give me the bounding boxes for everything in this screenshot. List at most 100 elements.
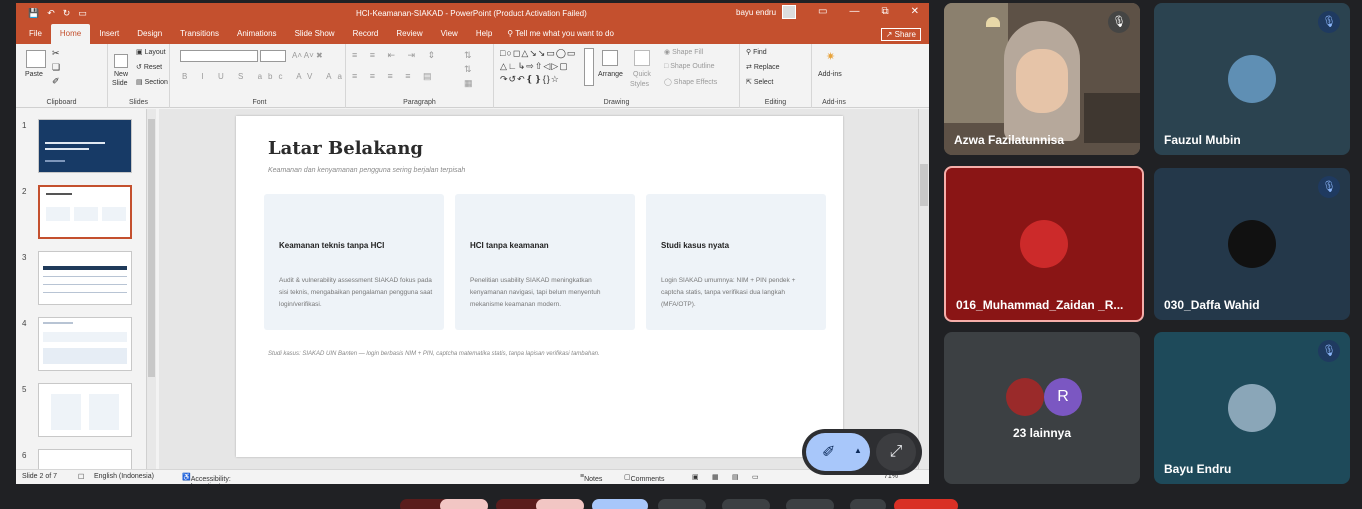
- thumbnail-row[interactable]: 5: [16, 383, 158, 441]
- annotate-button[interactable]: ✐ ▲: [806, 433, 870, 471]
- slide-thumbnail[interactable]: [38, 119, 132, 173]
- card-body: Audit & vulnerability assessment SIAKAD …: [279, 277, 433, 308]
- thumbnail-row[interactable]: 1: [16, 119, 158, 177]
- shapes-gallery-row-3[interactable]: ↷↺↶❴❵{}☆: [500, 74, 560, 85]
- reading-view-icon[interactable]: ▤: [732, 473, 739, 481]
- tab-review[interactable]: Review: [387, 29, 431, 44]
- thumbnails-scrollbar[interactable]: [146, 109, 156, 469]
- tab-home[interactable]: Home: [50, 24, 91, 44]
- scrollbar-thumb[interactable]: [920, 164, 928, 206]
- select-button[interactable]: ⇱ Select: [746, 78, 773, 86]
- smartart-icon[interactable]: ▦: [464, 78, 473, 89]
- font-size-select[interactable]: [260, 50, 286, 62]
- slide-subtitle[interactable]: Keamanan dan kenyamanan pengguna sering …: [268, 167, 465, 174]
- thumbnail-row[interactable]: 3: [16, 251, 158, 309]
- addins-icon[interactable]: ✷: [826, 50, 835, 63]
- reactions-button[interactable]: [658, 499, 706, 509]
- save-icon[interactable]: 💾: [28, 8, 39, 19]
- shapes-gallery-row-2[interactable]: △∟↳⇨⇧◁▷▢: [500, 61, 569, 72]
- cut-icon[interactable]: ✂: [52, 48, 60, 59]
- share-button[interactable]: ↗ Share: [880, 28, 921, 41]
- participant-tile[interactable]: 🎙 Bayu Endru: [1154, 332, 1350, 484]
- thumbnail-row[interactable]: 4: [16, 317, 158, 375]
- align-buttons[interactable]: ≡ ≡ ≡ ≡ ▤: [352, 71, 437, 82]
- user-avatar[interactable]: [782, 5, 796, 19]
- minimize-icon[interactable]: —: [849, 6, 859, 17]
- font-name-select[interactable]: [180, 50, 258, 62]
- layout-button[interactable]: ▣ Layout: [136, 48, 166, 56]
- tab-record[interactable]: Record: [344, 29, 388, 44]
- redo-icon[interactable]: ↻: [63, 8, 71, 19]
- slide-show-icon[interactable]: ▭: [752, 473, 759, 481]
- content-card[interactable]: Keamanan teknis tanpa HCI Audit & vulner…: [264, 194, 444, 330]
- tab-help[interactable]: Help: [467, 29, 501, 44]
- more-options-button[interactable]: [850, 499, 886, 509]
- format-painter-icon[interactable]: ✐: [52, 76, 60, 87]
- comments-button[interactable]: ▢ Comments: [624, 473, 664, 483]
- tab-design[interactable]: Design: [128, 29, 171, 44]
- quick-styles-icon[interactable]: [634, 50, 650, 66]
- accessibility-status[interactable]: ♿ Accessibility: Investigate: [182, 473, 231, 484]
- tab-transitions[interactable]: Transitions: [171, 29, 228, 44]
- caret-up-icon[interactable]: ▲: [854, 446, 862, 455]
- section-button[interactable]: ▤ Section: [136, 78, 168, 86]
- camera-caret-button[interactable]: [536, 499, 584, 509]
- font-style-buttons[interactable]: B I U S abc AV Aa: [182, 72, 348, 81]
- share-screen-button[interactable]: [592, 499, 648, 509]
- reset-button[interactable]: ↺ Reset: [136, 63, 162, 71]
- text-direction-icon[interactable]: ⇅: [464, 50, 472, 61]
- participant-tile-active[interactable]: 016_Muhammad_Zaidan _R...: [944, 166, 1144, 322]
- close-icon[interactable]: ✕: [911, 6, 919, 17]
- tell-me-search[interactable]: ⚲ Tell me what you want to do: [507, 29, 614, 44]
- participant-tile[interactable]: 🎙 Azwa Fazilatunnisa: [944, 3, 1140, 155]
- slide-thumbnail[interactable]: [38, 251, 132, 305]
- paste-icon[interactable]: [26, 50, 46, 68]
- raise-hand-button[interactable]: [786, 499, 834, 509]
- shapes-gallery-row-1[interactable]: □○◻△↘↘▭◯▭: [500, 48, 576, 59]
- thumbnail-row[interactable]: 2: [16, 185, 158, 243]
- shape-fill-button[interactable]: ◉ Shape Fill: [664, 48, 703, 56]
- tab-slide-show[interactable]: Slide Show: [286, 29, 344, 44]
- slide-canvas[interactable]: Latar Belakang Keamanan dan kenyamanan p…: [236, 116, 843, 457]
- leave-call-button[interactable]: [894, 499, 958, 509]
- slide-footnote[interactable]: Studi kasus: SIAKAD UIN Banten — login b…: [268, 351, 600, 357]
- shape-outline-button[interactable]: □ Shape Outline: [664, 63, 715, 70]
- replace-button[interactable]: ⇄ Replace: [746, 63, 780, 71]
- ribbon-display-icon[interactable]: ▭: [818, 6, 827, 17]
- list-buttons[interactable]: ≡ ≡ ⇤ ⇥ ⇕: [352, 50, 440, 61]
- expand-button[interactable]: ⤢: [876, 433, 916, 471]
- tab-file[interactable]: File: [20, 29, 51, 44]
- tab-insert[interactable]: Insert: [90, 29, 128, 44]
- arrange-icon[interactable]: [602, 50, 618, 66]
- slide-sorter-icon[interactable]: ▦: [712, 473, 719, 481]
- present-icon[interactable]: ▭: [78, 8, 87, 19]
- content-card[interactable]: Studi kasus nyata Login SIAKAD umumnya: …: [646, 194, 826, 330]
- slide-thumbnail-selected[interactable]: [38, 185, 132, 239]
- slide-thumbnail[interactable]: [38, 383, 132, 437]
- shapes-more-icon[interactable]: [584, 48, 594, 86]
- content-card[interactable]: HCI tanpa keamanan Penelitian usability …: [455, 194, 635, 330]
- new-slide-icon[interactable]: [114, 54, 128, 68]
- language-status[interactable]: English (Indonesia): [94, 473, 154, 480]
- font-size-controls[interactable]: A˄ A˅ ✖: [292, 51, 323, 60]
- copy-icon[interactable]: ❏: [52, 62, 60, 73]
- spelling-icon[interactable]: ☐: [78, 473, 84, 481]
- slide-title[interactable]: Latar Belakang: [268, 138, 423, 159]
- notes-button[interactable]: ≡ Notes: [580, 473, 602, 483]
- editor-scrollbar[interactable]: [918, 109, 929, 469]
- undo-icon[interactable]: ↶: [47, 8, 55, 19]
- participant-tile[interactable]: 🎙 Fauzul Mubin: [1154, 3, 1350, 155]
- scrollbar-thumb[interactable]: [148, 119, 155, 377]
- shape-effects-button[interactable]: ◯ Shape Effects: [664, 78, 717, 86]
- find-button[interactable]: ⚲ Find: [746, 48, 767, 56]
- slide-thumbnail[interactable]: [38, 317, 132, 371]
- restore-icon[interactable]: ⧉: [881, 6, 888, 17]
- participant-tile[interactable]: 🎙 030_Daffa Wahid: [1154, 168, 1350, 320]
- mic-caret-button[interactable]: [440, 499, 488, 509]
- align-text-icon[interactable]: ⇅: [464, 64, 472, 75]
- others-tile[interactable]: R 23 lainnya: [944, 332, 1140, 484]
- captions-button[interactable]: [722, 499, 770, 509]
- tab-view[interactable]: View: [432, 29, 467, 44]
- normal-view-icon[interactable]: ▣: [692, 473, 699, 481]
- tab-animations[interactable]: Animations: [228, 29, 286, 44]
